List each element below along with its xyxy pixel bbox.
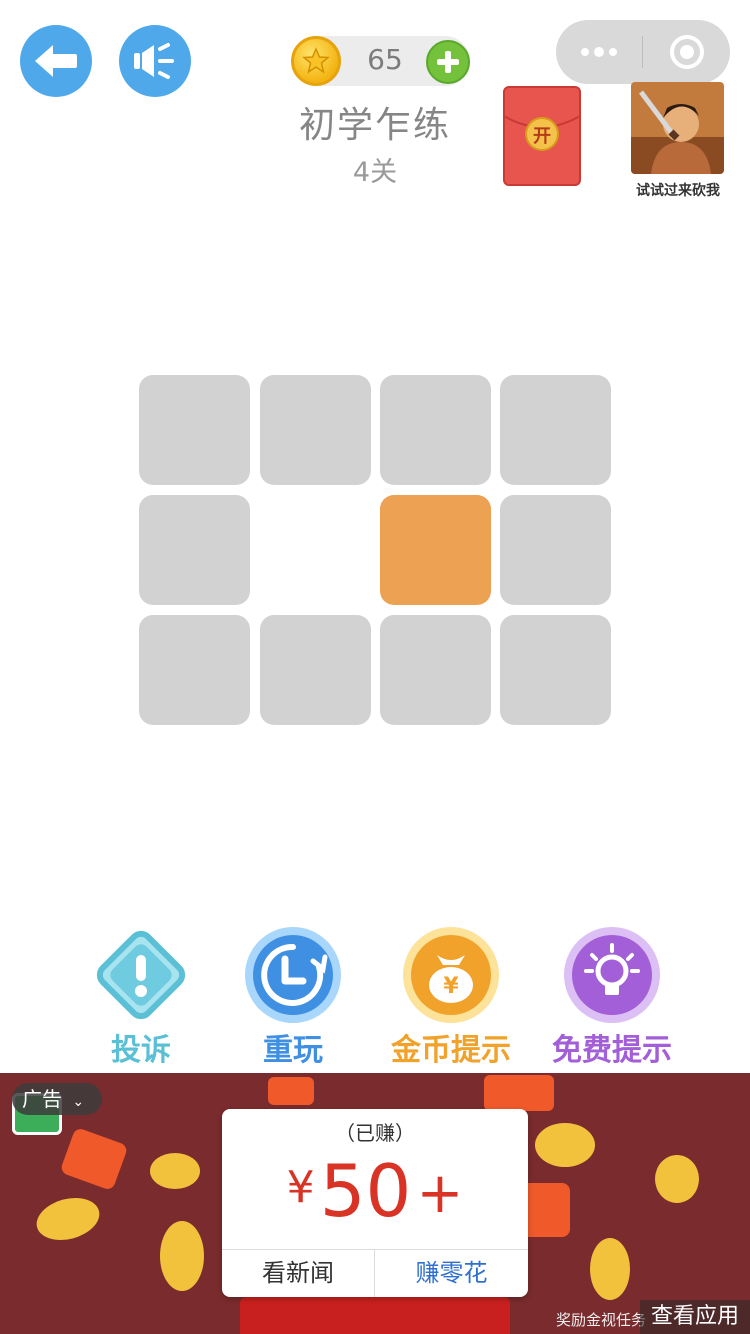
- view-app-button[interactable]: 查看应用: [640, 1300, 750, 1334]
- grid-cell[interactable]: [380, 615, 491, 725]
- ad-amount-plus: +: [416, 1161, 464, 1226]
- chevron-down-icon: ⌄: [72, 1094, 85, 1110]
- level-title: 初学乍练: [298, 105, 451, 146]
- ad-banner[interactable]: 广告 ⌄ （已赚） ¥ 50 + 看新闻 赚零花 奖励金视任务 查看应用: [0, 1073, 750, 1334]
- grid-cell[interactable]: [500, 615, 611, 725]
- replay-button[interactable]: 重玩: [228, 925, 358, 1070]
- speaker-icon: [134, 43, 174, 79]
- ad-coin-decoration: [590, 1238, 630, 1300]
- ad-coin-decoration: [150, 1153, 200, 1189]
- ad-amount: ¥ 50 +: [222, 1149, 528, 1233]
- target-close-icon: [669, 35, 704, 69]
- mini-program-capsule: [556, 20, 730, 84]
- free-hint-button[interactable]: 免费提示: [547, 925, 677, 1070]
- plus-icon: [437, 51, 459, 73]
- back-arrow-icon: [35, 45, 77, 77]
- ad-envelope-decoration: [59, 1126, 129, 1192]
- add-coins-button[interactable]: [426, 40, 470, 84]
- ad-envelope-decoration: [484, 1075, 554, 1111]
- warning-icon: [96, 930, 186, 1020]
- ad-earned-label: （已赚）: [335, 1121, 415, 1145]
- grid-cell[interactable]: [139, 375, 250, 485]
- ad-tag-label: 广告: [22, 1087, 62, 1111]
- grid-cell-empty[interactable]: [260, 495, 371, 605]
- grid-cell-active[interactable]: [380, 495, 491, 605]
- coin-icon: [291, 36, 341, 86]
- ad-footer-text: 奖励金视任务: [556, 1311, 647, 1329]
- coin-count: 65: [367, 43, 403, 76]
- warrior-image: [631, 82, 724, 174]
- red-packet-button[interactable]: 开: [503, 86, 581, 186]
- ad-coin-decoration: [31, 1191, 105, 1247]
- coin-hint-label: 金币提示: [391, 1033, 511, 1068]
- ad-envelope-decoration: [240, 1297, 510, 1334]
- grid-cell[interactable]: [260, 615, 371, 725]
- ad-currency: ¥: [286, 1162, 315, 1213]
- lightbulb-icon: [564, 927, 660, 1023]
- ad-coin-decoration: [655, 1155, 699, 1203]
- promo-game-thumbnail[interactable]: [631, 82, 724, 174]
- svg-text:¥: ¥: [443, 974, 459, 999]
- more-options-button[interactable]: [556, 20, 642, 84]
- ad-card[interactable]: （已赚） ¥ 50 + 看新闻 赚零花: [222, 1109, 528, 1297]
- ad-envelope-decoration: [268, 1077, 314, 1105]
- report-label: 投诉: [111, 1033, 171, 1068]
- puzzle-grid: [139, 375, 611, 725]
- back-button[interactable]: [20, 25, 92, 97]
- more-dots-icon: [581, 47, 617, 57]
- earn-money-button[interactable]: 赚零花: [375, 1250, 528, 1297]
- level-number: 4关: [352, 157, 398, 188]
- replay-label: 重玩: [263, 1033, 323, 1068]
- ad-amount-value: 50: [319, 1149, 412, 1233]
- promo-game-label[interactable]: 试试过来砍我: [622, 180, 734, 200]
- grid-cell[interactable]: [500, 495, 611, 605]
- grid-cell[interactable]: [260, 375, 371, 485]
- grid-cell[interactable]: [139, 615, 250, 725]
- report-button[interactable]: 投诉: [76, 925, 206, 1070]
- replay-icon: [245, 927, 341, 1023]
- close-mini-program-button[interactable]: [643, 20, 730, 84]
- read-news-button[interactable]: 看新闻: [222, 1250, 374, 1297]
- free-hint-label: 免费提示: [552, 1033, 672, 1068]
- money-bag-icon: ¥: [403, 927, 499, 1023]
- grid-cell[interactable]: [500, 375, 611, 485]
- red-packet-label: 开: [533, 126, 551, 147]
- grid-cell[interactable]: [380, 375, 491, 485]
- sound-button[interactable]: [119, 25, 191, 97]
- ad-coin-decoration: [535, 1123, 595, 1167]
- grid-cell[interactable]: [139, 495, 250, 605]
- ad-coin-decoration: [160, 1221, 204, 1291]
- coin-hint-button[interactable]: ¥ 金币提示: [386, 925, 516, 1070]
- ad-tag[interactable]: 广告 ⌄: [12, 1083, 102, 1115]
